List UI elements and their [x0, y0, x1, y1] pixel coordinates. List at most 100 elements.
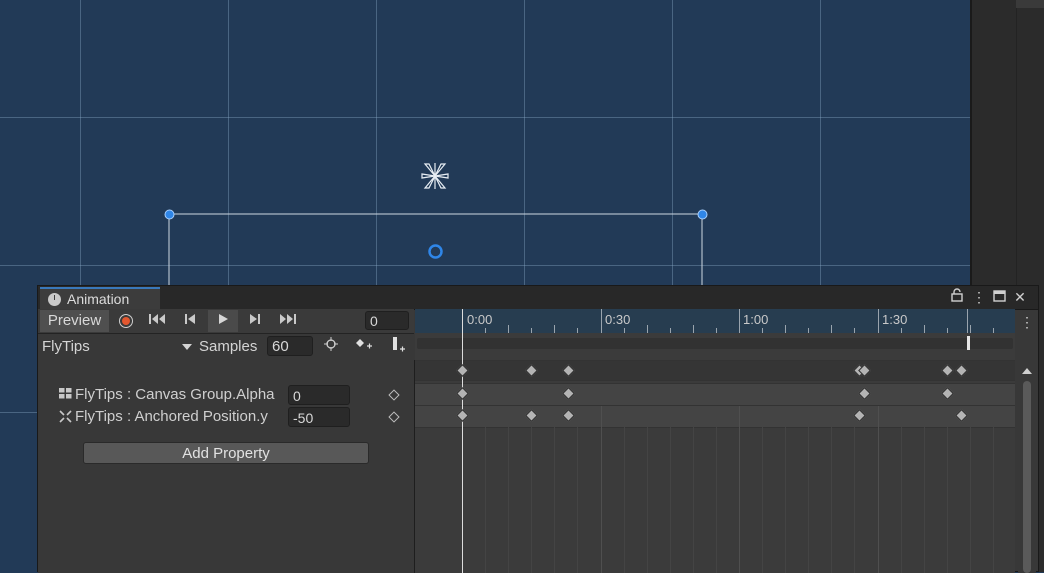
grid-line [600, 406, 602, 573]
add-property-button[interactable]: Add Property [83, 442, 369, 464]
time-ruler[interactable]: 0:00 0:30 1:00 1:30 [415, 309, 1015, 333]
grid-line [877, 406, 879, 573]
last-key-button[interactable] [273, 310, 303, 332]
property-value-input[interactable]: 0 [288, 385, 350, 405]
ruler-tick [692, 325, 694, 333]
clip-dropdown[interactable]: FlyTips [42, 336, 194, 358]
grid-line [831, 406, 833, 573]
add-event-icon[interactable] [384, 336, 410, 358]
grid-line [485, 406, 487, 573]
prev-key-button[interactable] [175, 310, 205, 332]
animation-window: Animation ⋮ ✕ Preview 0 FlyTips Samples … [37, 285, 1039, 573]
property-list: FlyTips : Canvas Group.Alpha 0 FlyTips :… [38, 360, 415, 573]
grid-line [762, 406, 764, 573]
grid-line [554, 406, 556, 573]
grid-line [946, 406, 948, 573]
grid-line [692, 406, 694, 573]
clip-end-marker [967, 309, 968, 333]
grid-line [854, 406, 856, 573]
first-key-button[interactable] [142, 310, 172, 332]
grid-line [900, 406, 902, 573]
scroll-thumb[interactable] [1023, 381, 1031, 573]
first-key-icon [149, 314, 165, 324]
clip-row: FlyTips Samples 60 [38, 334, 414, 360]
summary-track[interactable] [415, 360, 1015, 381]
add-keyframe-icon[interactable] [350, 336, 376, 358]
ruler-tick [831, 325, 833, 333]
particle-gizmo-icon [421, 163, 449, 189]
ruler-tick [900, 328, 902, 333]
grid-line [669, 406, 671, 573]
samples-label: Samples [199, 338, 258, 355]
grid-line [531, 406, 533, 573]
maximize-icon[interactable] [991, 288, 1007, 306]
next-key-button[interactable] [240, 310, 270, 332]
grid-line [923, 406, 925, 573]
snap-icon[interactable] [318, 336, 344, 358]
ruler-tick [785, 325, 787, 333]
play-icon [219, 314, 228, 324]
last-key-icon [280, 314, 296, 324]
pivot-icon[interactable] [427, 243, 444, 260]
property-label: FlyTips : Canvas Group.Alpha [75, 386, 275, 403]
clock-icon [48, 292, 61, 306]
grid-line [969, 406, 971, 573]
tab-bar: Animation ⋮ ✕ [38, 286, 1038, 310]
track-canvas-alpha[interactable] [415, 383, 1015, 406]
scroll-up-icon[interactable] [1022, 368, 1032, 374]
ruler-tick [577, 328, 579, 333]
ruler-tick [969, 325, 971, 333]
ruler-tick [992, 328, 994, 333]
ruler-tick [508, 325, 510, 333]
ruler-tick [531, 328, 533, 333]
animation-toolbar: Preview 0 [38, 309, 414, 334]
grid-line [739, 406, 740, 573]
kebab-menu-icon[interactable]: ⋮ [1020, 314, 1034, 331]
grid-line [508, 406, 510, 573]
ruler-tick [854, 328, 856, 333]
property-row-canvas-alpha[interactable]: FlyTips : Canvas Group.Alpha 0 [38, 384, 414, 406]
anchor-handle[interactable] [697, 209, 708, 220]
panel-strip [1016, 0, 1044, 8]
clip-name: FlyTips [42, 338, 90, 355]
tab-animation[interactable]: Animation [40, 287, 160, 309]
playhead[interactable] [462, 309, 463, 573]
ruler-tick [946, 328, 948, 333]
vertical-scrollbar[interactable] [1018, 366, 1036, 573]
samples-input[interactable]: 60 [267, 336, 313, 356]
rect-transform-icon [59, 410, 72, 423]
grid-line [808, 406, 810, 573]
ruler-tick [554, 325, 556, 333]
grid-line [577, 406, 579, 573]
grid-line [646, 406, 648, 573]
keyframe-diamond-icon[interactable] [388, 389, 400, 401]
property-row-anchored-position-y[interactable]: FlyTips : Anchored Position.y -50 [38, 406, 414, 428]
frame-input[interactable]: 0 [365, 311, 409, 330]
ruler-tick [600, 309, 602, 333]
lock-icon[interactable] [949, 288, 965, 306]
next-key-icon [250, 314, 260, 324]
property-value-input[interactable]: -50 [288, 407, 350, 427]
close-icon[interactable]: ✕ [1012, 288, 1028, 306]
ruler-tick [485, 328, 487, 333]
grid-line [992, 406, 994, 573]
ruler-tick [739, 309, 740, 333]
range-end-handle[interactable] [967, 336, 970, 350]
time-label: 1:30 [882, 312, 908, 327]
preview-button[interactable]: Preview [40, 310, 109, 332]
ruler-tick [715, 328, 717, 333]
canvas-group-icon [59, 388, 72, 401]
play-button[interactable] [208, 310, 238, 332]
record-button[interactable] [111, 310, 141, 332]
time-label: 0:30 [605, 312, 631, 327]
keyframe-diamond-icon[interactable] [388, 411, 400, 423]
dopesheet[interactable]: 0:00 0:30 1:00 1:30 [415, 309, 1015, 573]
record-icon [119, 314, 133, 328]
ruler-tick [923, 325, 925, 333]
anchor-handle[interactable] [164, 209, 175, 220]
prev-key-icon [185, 314, 195, 324]
ruler-tick [808, 328, 810, 333]
kebab-menu-icon[interactable]: ⋮ [971, 288, 987, 306]
time-label: 1:00 [743, 312, 769, 327]
range-bar[interactable] [417, 338, 1013, 349]
